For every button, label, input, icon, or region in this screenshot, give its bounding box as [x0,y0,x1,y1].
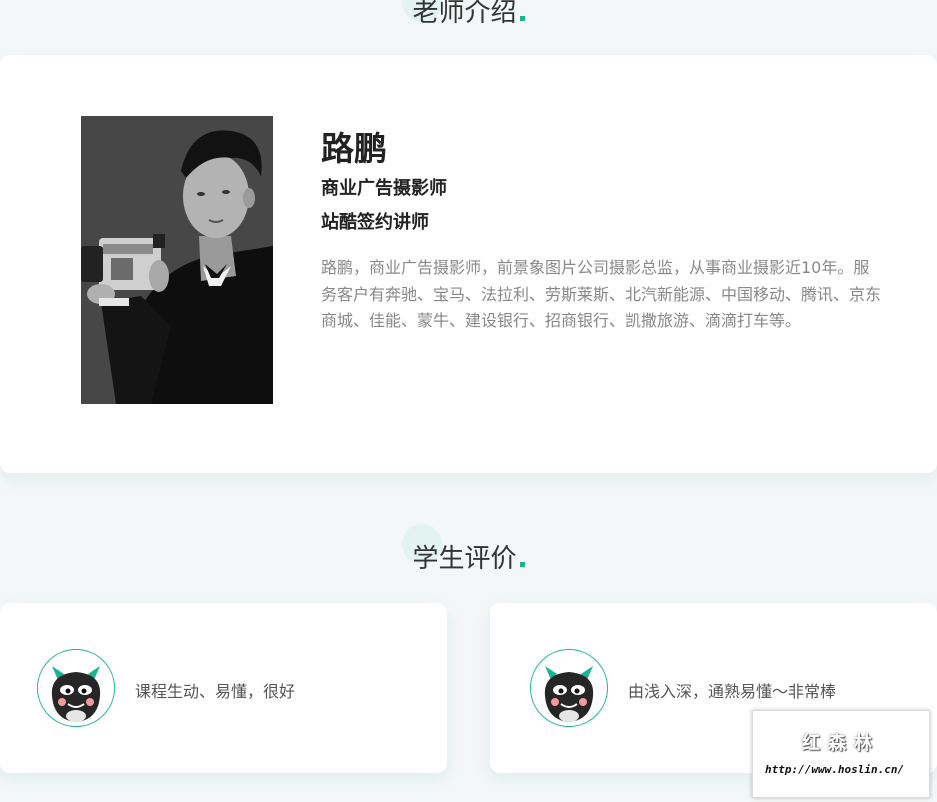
teacher-info: 路鹏 商业广告摄影师 站酷签约讲师 路鹏，商业广告摄影师，前景象图片公司摄影总监… [321,127,881,335]
review-text: 课程生动、易懂，很好 [135,682,296,701]
dragon-avatar-illustration [531,650,607,726]
teacher-name: 路鹏 [321,129,387,168]
review-section-title: 学生评价 [0,524,937,575]
teacher-card: 路鹏 商业广告摄影师 站酷签约讲师 路鹏，商业广告摄影师，前景象图片公司摄影总监… [0,55,937,473]
dragon-avatar-illustration [38,650,114,726]
teacher-photo-illustration [81,116,273,404]
teacher-bio: 路鹏，商业广告摄影师，前景象图片公司摄影总监，从事商业摄影近10年。服务客户有奔… [321,258,882,330]
dragon-avatar-icon [530,649,608,727]
teacher-photo [81,116,273,404]
review-text: 由浅入深，通熟易懂～非常棒 [628,682,837,701]
watermark-stamp: 红森林 http://www.hoslin.cn/ [752,710,930,798]
review-card: 课程生动、易懂，很好 [0,603,447,773]
title-accent-dot [519,562,525,567]
teacher-section-title-text: 老师介绍 [412,0,517,28]
title-accent-dot [519,16,525,21]
teacher-role-secondary: 站酷签约讲师 [321,212,429,233]
teacher-role: 商业广告摄影师 [321,178,447,199]
review-section-title-text: 学生评价 [412,544,517,574]
watermark-brand: 红森林 [802,733,880,754]
dragon-avatar-icon [37,649,115,727]
teacher-section-title: 老师介绍 [0,0,937,29]
watermark-url: http://www.hoslin.cn/ [765,763,905,776]
